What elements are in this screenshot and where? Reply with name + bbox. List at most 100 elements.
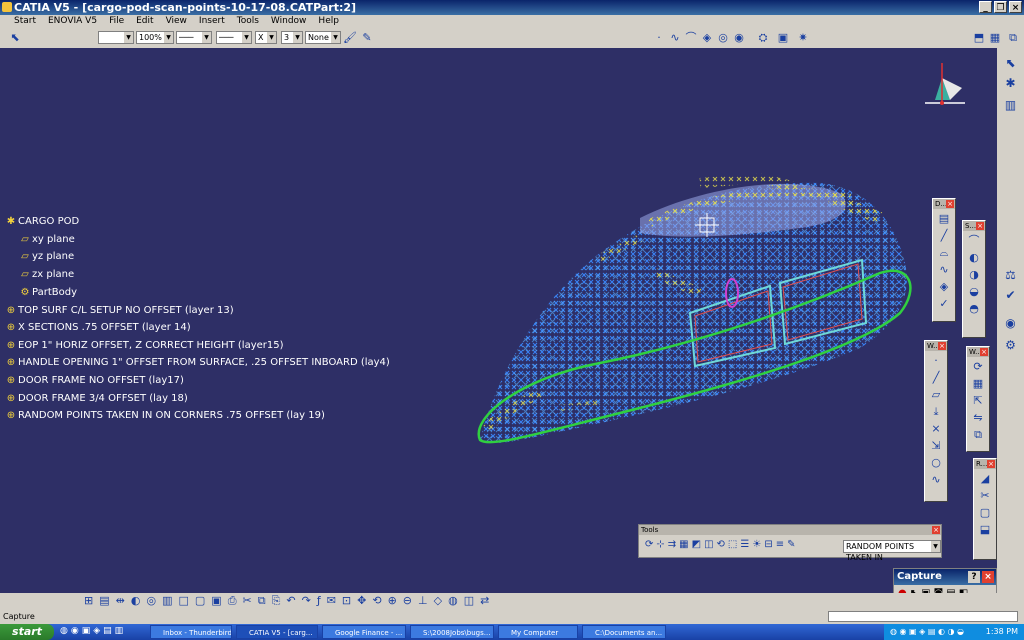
- sweep-icon[interactable]: ◎: [716, 31, 730, 44]
- zoom-out-icon[interactable]: ⊖: [403, 594, 412, 608]
- shading-icon[interactable]: ◍: [448, 594, 458, 608]
- quicklaunch-icon[interactable]: ◈: [93, 626, 100, 636]
- arc-tool-icon[interactable]: ⌓: [937, 245, 952, 260]
- fit-all-icon[interactable]: ⊡: [342, 594, 351, 608]
- axis-system-icon[interactable]: ⊹: [656, 539, 664, 550]
- menu-window[interactable]: Window: [265, 16, 313, 26]
- check-icon[interactable]: ✔: [1003, 288, 1018, 302]
- offset-tool-icon[interactable]: ⇲: [929, 438, 944, 453]
- redo-icon[interactable]: ↷: [302, 594, 311, 608]
- tray-icons[interactable]: ◍ ◉ ▣ ◈ ▤ ◐ ◑ ◒: [890, 624, 964, 640]
- restore-button[interactable]: ❐: [994, 1, 1007, 13]
- rotate-icon[interactable]: ⟲: [372, 594, 381, 608]
- close-icon[interactable]: ×: [982, 571, 994, 583]
- plane-tool-icon[interactable]: ▱: [929, 387, 944, 402]
- floating-palette[interactable]: S... × ⌒ ◐ ◑ ◒ ◓: [962, 220, 986, 338]
- quicklaunch-icon[interactable]: ▤: [103, 626, 112, 636]
- circle-tool-icon[interactable]: ○: [929, 455, 944, 470]
- tree-root-cargo-pod[interactable]: ✱ CARGO POD: [4, 214, 79, 230]
- scale-tool-icon[interactable]: ⇱: [971, 393, 986, 408]
- menu-edit[interactable]: Edit: [130, 16, 159, 26]
- select-tool-icon[interactable]: ⬉: [8, 31, 22, 44]
- intersect-tool-icon[interactable]: ⨯: [929, 421, 944, 436]
- swap-view-icon[interactable]: ⇄: [480, 594, 489, 608]
- filter-icon[interactable]: ⊟: [764, 539, 772, 550]
- line-tool-icon[interactable]: ╱: [937, 228, 952, 243]
- sketch-icon[interactable]: ✷: [796, 31, 810, 44]
- menu-insert[interactable]: Insert: [193, 16, 231, 26]
- menu-tools[interactable]: Tools: [231, 16, 265, 26]
- project-tool-icon[interactable]: ⤓: [929, 404, 944, 419]
- help-icon[interactable]: ?: [968, 571, 980, 583]
- tree-item-geoset[interactable]: ⊕ X SECTIONS .75 OFFSET (layer 14): [4, 320, 191, 336]
- cascade-icon[interactable]: ⧉: [1006, 31, 1020, 44]
- blend-tool-icon[interactable]: ◑: [967, 267, 982, 282]
- taskbar-item[interactable]: S:\2008Jobs\bugs...: [410, 625, 494, 639]
- split-tool-icon[interactable]: ✂: [978, 488, 993, 503]
- quicklaunch-icon[interactable]: ▣: [82, 626, 91, 636]
- cut-icon[interactable]: ✂: [243, 594, 252, 608]
- minimize-button[interactable]: _: [979, 1, 992, 13]
- sweep-view-icon[interactable]: ◐: [131, 594, 141, 608]
- line-weight-combo[interactable]: ─── ▼: [216, 31, 252, 44]
- save-icon[interactable]: ▣: [211, 594, 221, 608]
- layer-filter-combo[interactable]: None ▼: [305, 31, 341, 44]
- format-painter-icon[interactable]: ✎: [360, 31, 374, 44]
- tree-item-zx-plane[interactable]: ▱ zx plane: [18, 267, 74, 283]
- close-icon[interactable]: ×: [980, 348, 988, 356]
- transform-icon[interactable]: ⛭: [756, 31, 770, 44]
- point-icon[interactable]: ·: [652, 31, 666, 44]
- quicklaunch-icon[interactable]: ◉: [71, 626, 79, 636]
- measure-between-icon[interactable]: ⇹: [116, 594, 125, 608]
- layers-icon[interactable]: ▥: [162, 594, 172, 608]
- paint-brush-icon[interactable]: 🖌: [343, 31, 357, 44]
- geoset-tool-icon[interactable]: ◫: [704, 539, 713, 550]
- taskbar-item[interactable]: Inbox - Thunderbird: [150, 625, 232, 639]
- taskbar-item[interactable]: Google Finance - ...: [322, 625, 406, 639]
- tree-item-partbody[interactable]: ⚙ PartBody: [18, 285, 77, 301]
- extract-tool-icon[interactable]: ⧉: [971, 427, 986, 442]
- menu-start[interactable]: Start: [0, 16, 42, 26]
- tree-item-xy-plane[interactable]: ▱ xy plane: [18, 232, 75, 248]
- paste-icon[interactable]: ⎘: [272, 594, 281, 608]
- tree-item-geoset[interactable]: ⊕ TOP SURF C/L SETUP NO OFFSET (layer 13): [4, 303, 234, 319]
- menu-file[interactable]: File: [103, 16, 130, 26]
- hide-icon[interactable]: ⬚: [728, 539, 737, 550]
- measure-icon[interactable]: ⚖: [1003, 268, 1018, 282]
- floating-palette[interactable]: W... × ⟳ ▦ ⇱ ⇋ ⧉: [966, 346, 990, 452]
- analysis-icon[interactable]: ⚙: [1003, 338, 1018, 352]
- taskbar-item[interactable]: CATIA V5 - [carg...: [236, 625, 318, 639]
- open-icon[interactable]: ▢: [195, 594, 205, 608]
- plane-tool-icon[interactable]: ▤: [937, 211, 952, 226]
- properties-icon[interactable]: ≡: [776, 539, 784, 550]
- snap-icon[interactable]: ⇉: [668, 539, 676, 550]
- close-icon[interactable]: ×: [938, 342, 946, 350]
- surface-icon[interactable]: ◈: [700, 31, 714, 44]
- sketcher-icon[interactable]: ✱: [1003, 76, 1018, 90]
- copy-icon[interactable]: ⧉: [258, 594, 266, 608]
- menu-enovia[interactable]: ENOVIA V5: [42, 16, 103, 26]
- sweep-tool-icon[interactable]: ⌒: [967, 233, 982, 248]
- fill-icon[interactable]: ◉: [732, 31, 746, 44]
- floating-palette[interactable]: D... × ▤ ╱ ⌓ ∿ ◈ ✓: [932, 198, 956, 322]
- spec-icon[interactable]: ▥: [1003, 98, 1018, 112]
- pattern-tool-icon[interactable]: ▦: [971, 376, 986, 391]
- tree-item-geoset[interactable]: ⊕ DOOR FRAME 3/4 OFFSET (lay 18): [4, 391, 188, 407]
- layer-tool-icon[interactable]: ☰: [740, 539, 749, 550]
- formula-icon[interactable]: ƒ: [317, 594, 321, 608]
- close-icon[interactable]: ×: [946, 200, 954, 208]
- fill-tool-icon[interactable]: ◐: [967, 250, 982, 265]
- menu-view[interactable]: View: [160, 16, 193, 26]
- tile-icon[interactable]: ▦: [988, 31, 1002, 44]
- tools-toolbar[interactable]: Tools × ⟳ ⊹ ⇉ ▦ ◩ ◫ ⟲ ⬚ ☰ ☀ ⊟ ≡ ✎ RANDOM …: [638, 524, 942, 562]
- tree-item-geoset[interactable]: ⊕ HANDLE OPENING 1" OFFSET FROM SURFACE, …: [4, 355, 390, 371]
- curve-tool-icon[interactable]: ∿: [937, 262, 952, 277]
- normal-view-icon[interactable]: ⊥: [418, 594, 428, 608]
- undo-icon[interactable]: ↶: [286, 594, 295, 608]
- update-icon[interactable]: ⟳: [645, 539, 653, 550]
- taskbar-item[interactable]: My Computer: [498, 625, 578, 639]
- pan-icon[interactable]: ✥: [357, 594, 366, 608]
- tree-item-geoset[interactable]: ⊕ RANDOM POINTS TAKEN IN ON CORNERS .75 O…: [4, 408, 325, 424]
- trim-tool-icon[interactable]: ▢: [978, 505, 993, 520]
- close-button[interactable]: ×: [1009, 1, 1022, 13]
